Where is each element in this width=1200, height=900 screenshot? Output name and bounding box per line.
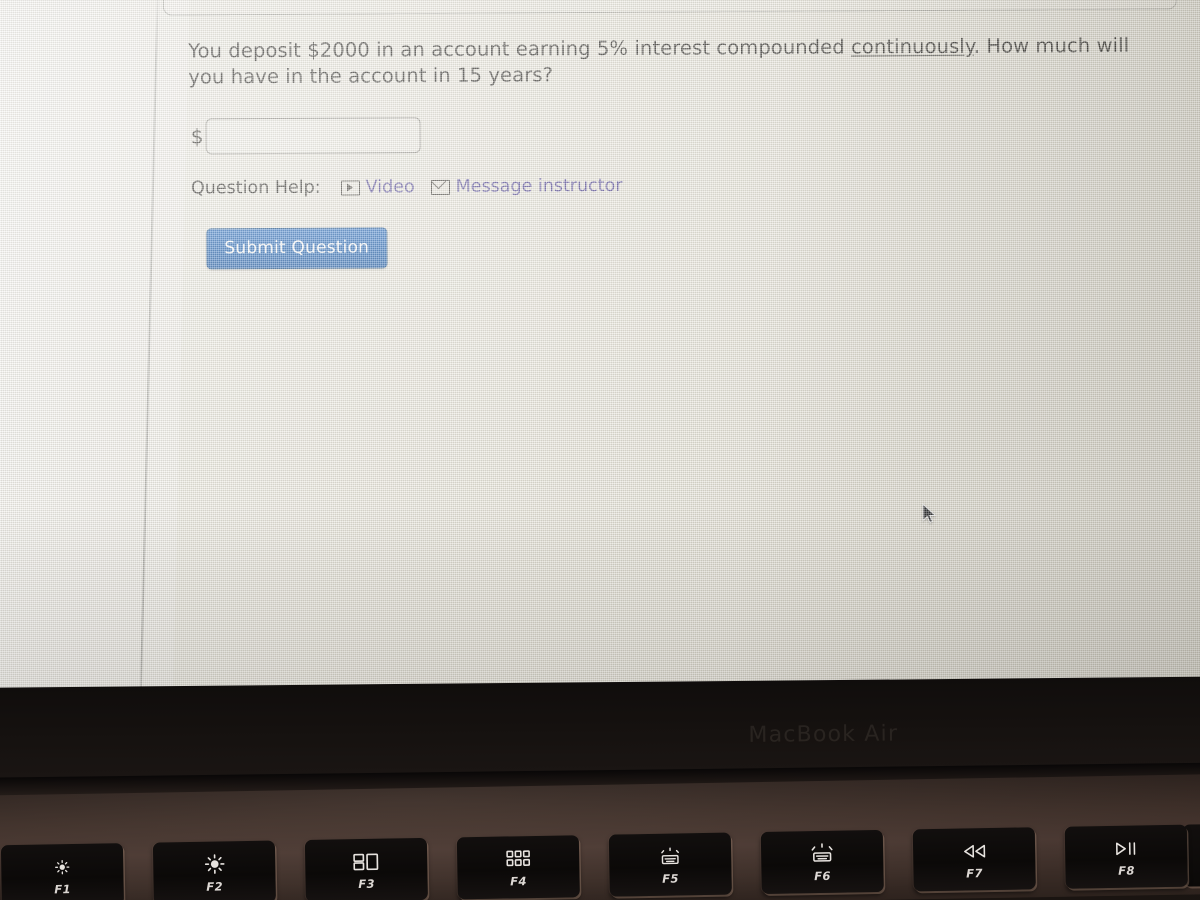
- video-help-link-label: Video: [365, 177, 415, 198]
- quiz-page-content: You deposit $2000 in an account earning …: [0, 0, 1200, 700]
- function-key-f5-label: F5: [662, 870, 679, 886]
- message-instructor-link-label: Message instructor: [455, 175, 623, 197]
- function-key-f4-label: F4: [510, 873, 528, 888]
- arrow-pointer-icon: [922, 502, 937, 524]
- function-key-f3[interactable]: F3: [304, 837, 428, 900]
- question-help-row: Question Help: Video Message instructor: [191, 176, 639, 199]
- brightness-down-icon: [52, 855, 72, 879]
- function-key-f2-label: F2: [206, 878, 224, 894]
- function-key-f5[interactable]: F5: [608, 832, 732, 897]
- function-key-f7[interactable]: F7: [912, 827, 1036, 892]
- video-play-icon: [340, 179, 360, 196]
- brightness-up-icon: [203, 852, 226, 876]
- photo-of-laptop: You deposit $2000 in an account earning …: [0, 0, 1200, 900]
- currency-prefix-label: $: [190, 124, 204, 149]
- function-key-f8-label: F8: [1118, 863, 1135, 878]
- function-key-f7-label: F7: [966, 865, 983, 880]
- answer-input[interactable]: [205, 117, 421, 155]
- video-help-link[interactable]: Video: [340, 177, 415, 198]
- question-prompt: You deposit $2000 in an account earning …: [188, 33, 1153, 91]
- function-key-row: F1 F2 F3 F4 F5 F6 F7 F8: [0, 823, 1200, 900]
- question-emphasis-continuously: continuously: [851, 34, 974, 59]
- function-key-f2[interactable]: F2: [152, 840, 276, 900]
- answer-row: $: [190, 117, 421, 155]
- question-card-top-edge: [162, 0, 1177, 16]
- function-key-f8[interactable]: F8: [1064, 824, 1188, 889]
- submit-question-button[interactable]: Submit Question: [206, 227, 388, 270]
- function-key-f1-label: F1: [54, 881, 72, 896]
- keyboard-backlight-up-icon: [809, 841, 835, 865]
- mission-control-icon: [353, 849, 379, 873]
- play-pause-icon: [1114, 836, 1138, 860]
- rewind-icon: [961, 839, 987, 863]
- question-help-label: Question Help:: [190, 177, 321, 199]
- envelope-icon: [430, 179, 450, 195]
- keyboard-backlight-down-icon: [658, 844, 682, 868]
- function-key-f1[interactable]: F1: [0, 843, 124, 900]
- function-key-f3-label: F3: [358, 876, 376, 891]
- function-key-f6[interactable]: F6: [760, 829, 884, 895]
- function-key-f6-label: F6: [814, 868, 831, 883]
- question-text-part1: You deposit $2000 in an account earning …: [188, 35, 852, 63]
- launchpad-grid-icon: [506, 847, 531, 871]
- function-key-f4[interactable]: F4: [456, 835, 580, 900]
- keyboard-deck: F1 F2 F3 F4 F5 F6 F7 F8: [0, 773, 1200, 900]
- macbook-air-branding: MacBook Air: [748, 721, 899, 748]
- message-instructor-link[interactable]: Message instructor: [430, 175, 623, 197]
- laptop-screen: You deposit $2000 in an account earning …: [0, 0, 1200, 700]
